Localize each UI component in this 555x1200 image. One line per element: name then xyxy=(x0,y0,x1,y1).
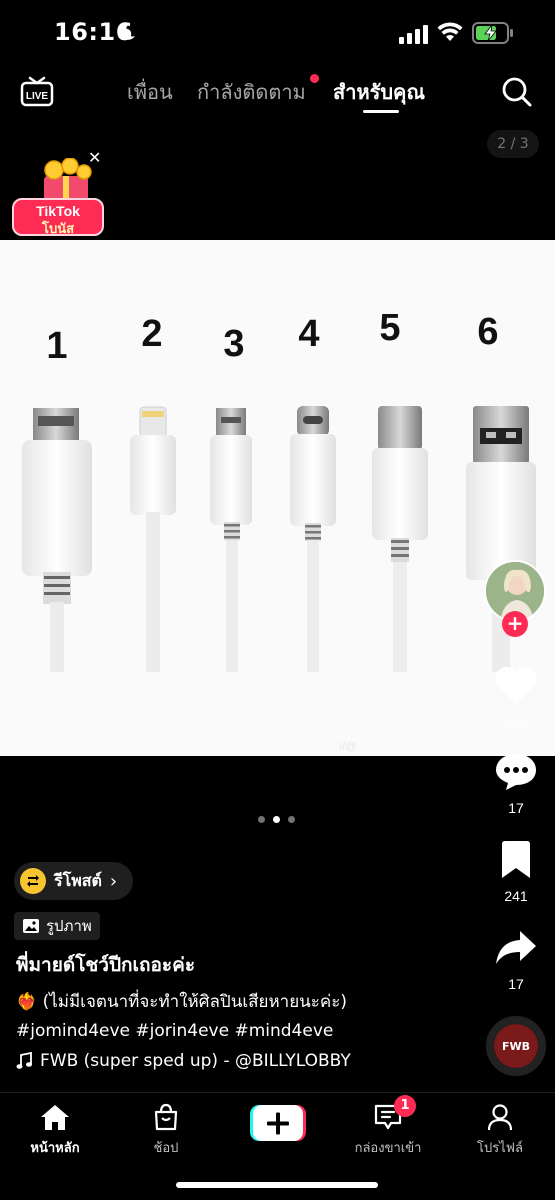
nav-home-label: หน้าหลัก xyxy=(30,1141,80,1156)
wifi-icon xyxy=(437,22,463,41)
home-indicator xyxy=(176,1182,378,1188)
cables-illustration: 1 2 3 4 5 6 //@ xyxy=(0,240,555,756)
post-image[interactable]: 1 2 3 4 5 6 //@ xyxy=(0,240,555,756)
carousel-indicator xyxy=(258,816,295,823)
nav-home[interactable]: หน้าหลัก xyxy=(5,1103,105,1158)
share-button[interactable]: 17 xyxy=(486,928,546,992)
nav-profile[interactable]: โปรไฟล์ xyxy=(450,1103,550,1158)
live-icon[interactable]: LIVE xyxy=(20,74,54,108)
status-bar: 16:16 xyxy=(0,0,555,66)
repost-label: รีโพสต์ xyxy=(54,870,102,890)
page-counter: 2 / 3 xyxy=(487,130,539,158)
share-icon xyxy=(496,931,536,964)
comment-count: 17 xyxy=(508,800,524,816)
cable-number-5: 5 xyxy=(379,307,400,349)
nav-shop-label: ช้อป xyxy=(153,1141,179,1156)
comment-icon xyxy=(496,754,536,790)
like-button[interactable]: 2463 xyxy=(486,664,546,730)
cable-number-1: 1 xyxy=(46,325,67,367)
photo-tag: รูปภาพ xyxy=(14,912,100,940)
image-icon xyxy=(23,919,39,933)
cable-number-3: 3 xyxy=(223,323,244,365)
create-button[interactable] xyxy=(250,1105,306,1141)
cable-number-6: 6 xyxy=(477,311,498,353)
gift-icon xyxy=(44,158,92,202)
cable-number-4: 4 xyxy=(298,313,319,355)
live-label: LIVE xyxy=(26,91,49,102)
music-title: FWB (super sped up) - @BILLYLOBBY xyxy=(40,1051,351,1071)
nav-inbox[interactable]: กล่องขาเข้า xyxy=(338,1103,438,1158)
nav-shop[interactable]: ช้อป xyxy=(116,1103,216,1158)
bonus-label-line2: โบนัส xyxy=(41,222,75,237)
top-nav: LIVE เพื่อน กำลังติดตาม สำหรับคุณ xyxy=(0,66,555,118)
profile-icon xyxy=(487,1104,513,1131)
music-info[interactable]: FWB (super sped up) - @BILLYLOBBY xyxy=(16,1051,351,1071)
battery-icon xyxy=(472,22,513,44)
search-icon[interactable] xyxy=(501,76,533,108)
moon-icon xyxy=(120,23,135,40)
caption-hashtags[interactable]: #jomind4eve #jorin4eve #mind4eve xyxy=(16,1017,476,1046)
follow-button[interactable]: + xyxy=(502,611,528,637)
post-caption: ❤️‍🔥 (ไม่มีเจตนาที่จะทำให้ศิลปินเสียหายน… xyxy=(16,988,476,1046)
bonus-label-line1: TikTok xyxy=(36,203,80,219)
tiktok-bonus-badge[interactable]: TikTok โบนัส xyxy=(12,158,106,238)
tab-following[interactable]: กำลังติดตาม xyxy=(197,76,306,108)
chevron-right-icon: › xyxy=(109,870,118,892)
photo-tag-label: รูปภาพ xyxy=(46,917,92,935)
carousel-dot[interactable] xyxy=(288,816,295,823)
cable-number-2: 2 xyxy=(141,313,162,355)
inbox-badge: 1 xyxy=(394,1095,416,1117)
carousel-dot[interactable] xyxy=(258,816,265,823)
active-tab-indicator xyxy=(363,110,399,113)
bookmark-icon xyxy=(502,841,530,878)
share-count: 17 xyxy=(508,976,524,992)
music-note-icon xyxy=(16,1052,32,1069)
like-count: 2463 xyxy=(500,714,532,730)
carousel-dot-active[interactable] xyxy=(273,816,280,823)
tab-friends[interactable]: เพื่อน xyxy=(127,76,173,108)
music-disc[interactable]: FWB xyxy=(486,1016,546,1076)
save-button[interactable]: 241 xyxy=(486,840,546,904)
tab-for-you[interactable]: สำหรับคุณ xyxy=(333,76,425,108)
image-watermark: //@ xyxy=(339,741,356,753)
music-disc-label: FWB xyxy=(494,1024,538,1068)
nav-profile-label: โปรไฟล์ xyxy=(477,1141,523,1156)
creator-username[interactable]: พี่มายด์โชว์ปีกเถอะค่ะ xyxy=(16,950,195,980)
nav-inbox-label: กล่องขาเข้า xyxy=(354,1141,422,1156)
repost-pill[interactable]: รีโพสต์ › xyxy=(14,862,134,900)
bonus-label-box: TikTok โบนัส xyxy=(12,198,104,237)
comment-button[interactable]: 17 xyxy=(486,752,546,816)
caption-line: ❤️‍🔥 (ไม่มีเจตนาที่จะทำให้ศิลปินเสียหายน… xyxy=(16,992,348,1012)
home-icon xyxy=(41,1105,69,1130)
following-notification-dot xyxy=(310,74,319,83)
repost-icon xyxy=(20,868,46,894)
heart-icon xyxy=(495,666,537,704)
signal-icon xyxy=(399,25,428,44)
save-count: 241 xyxy=(504,888,528,904)
shopping-bag-icon xyxy=(154,1103,178,1131)
